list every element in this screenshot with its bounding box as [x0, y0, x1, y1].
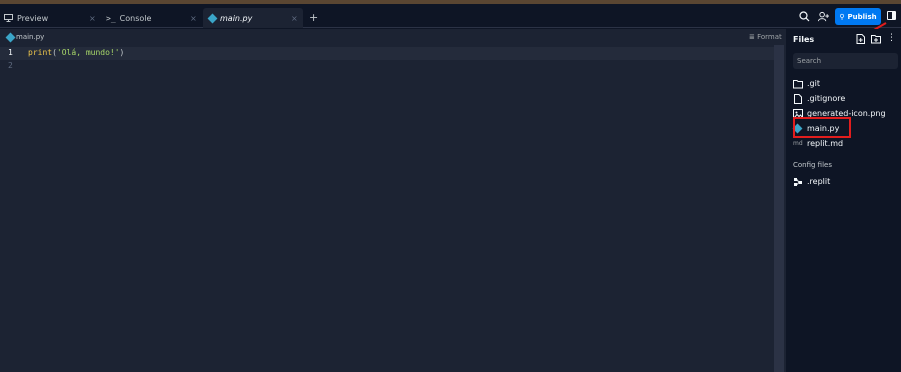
tab-preview-label: Preview	[17, 13, 49, 23]
invite-user-icon[interactable]	[818, 11, 829, 22]
search-icon[interactable]	[799, 11, 810, 22]
tab-bar: Preview × >_ Console × main.py × +	[0, 4, 901, 28]
close-icon[interactable]: ×	[89, 14, 96, 23]
new-tab-plus-icon[interactable]: +	[309, 12, 318, 23]
more-options-icon[interactable]: ⋮	[887, 33, 896, 43]
file-item[interactable]: md replit.md	[793, 137, 843, 150]
tab-main-py[interactable]: main.py ×	[203, 8, 303, 28]
file-icon	[794, 93, 802, 104]
new-file-icon[interactable]	[856, 34, 865, 44]
config-icon	[794, 177, 802, 186]
tab-console-label: Console	[119, 13, 152, 23]
breadcrumb-file[interactable]: main.py	[16, 33, 44, 41]
code-line[interactable]: 2	[0, 60, 774, 73]
code-line[interactable]: 1 print('Olá, mundo!')	[0, 47, 774, 60]
python-icon	[207, 13, 218, 23]
line-number: 2	[8, 61, 13, 70]
terminal-icon: >_	[106, 13, 116, 23]
file-item[interactable]: .replit	[793, 175, 830, 188]
tab-preview[interactable]: Preview ×	[4, 8, 99, 28]
markdown-icon: md	[793, 139, 803, 147]
close-icon[interactable]: ×	[190, 14, 197, 23]
format-icon: ≣	[749, 33, 758, 41]
code-string: 'Olá, mundo!'	[56, 48, 120, 57]
panel-toggle-icon[interactable]	[887, 11, 896, 20]
monitor-icon	[4, 14, 13, 22]
file-name: replit.md	[807, 139, 844, 148]
tab-main-py-label: main.py	[220, 13, 253, 23]
file-name: .gitignore	[807, 94, 846, 103]
file-name: .git	[807, 79, 820, 88]
selection-highlight-box	[793, 117, 851, 138]
tab-console[interactable]: >_ Console ×	[106, 8, 201, 28]
code-paren-close: )	[119, 48, 125, 57]
line-number: 1	[8, 48, 13, 57]
files-title: Files	[793, 35, 815, 44]
format-label: Format	[757, 33, 782, 41]
new-folder-icon[interactable]	[871, 34, 881, 44]
file-item[interactable]: .git	[793, 77, 820, 90]
code-area[interactable]: 1 print('Olá, mundo!') 2	[0, 47, 774, 73]
search-input[interactable]: Search	[793, 53, 898, 69]
publish-icon: ⚲	[839, 12, 845, 21]
code-function: print	[28, 48, 53, 57]
python-icon	[5, 32, 16, 43]
code-editor[interactable]: main.py ≣ Format 1 print('Olá, mundo!') …	[0, 29, 786, 372]
editor-scrollbar[interactable]	[774, 45, 784, 372]
file-name: .replit	[807, 177, 831, 186]
breadcrumb: main.py ≣ Format	[0, 29, 786, 45]
folder-icon	[793, 79, 803, 88]
format-button[interactable]: ≣ Format	[749, 33, 782, 41]
files-panel: Files ⋮ Search .git .gitignore generated…	[788, 29, 901, 372]
close-icon[interactable]: ×	[291, 14, 298, 23]
publish-button[interactable]: ⚲ Publish	[835, 8, 881, 25]
file-item[interactable]: .gitignore	[793, 92, 845, 105]
publish-label: Publish	[847, 12, 877, 21]
config-files-heading: Config files	[793, 161, 832, 169]
